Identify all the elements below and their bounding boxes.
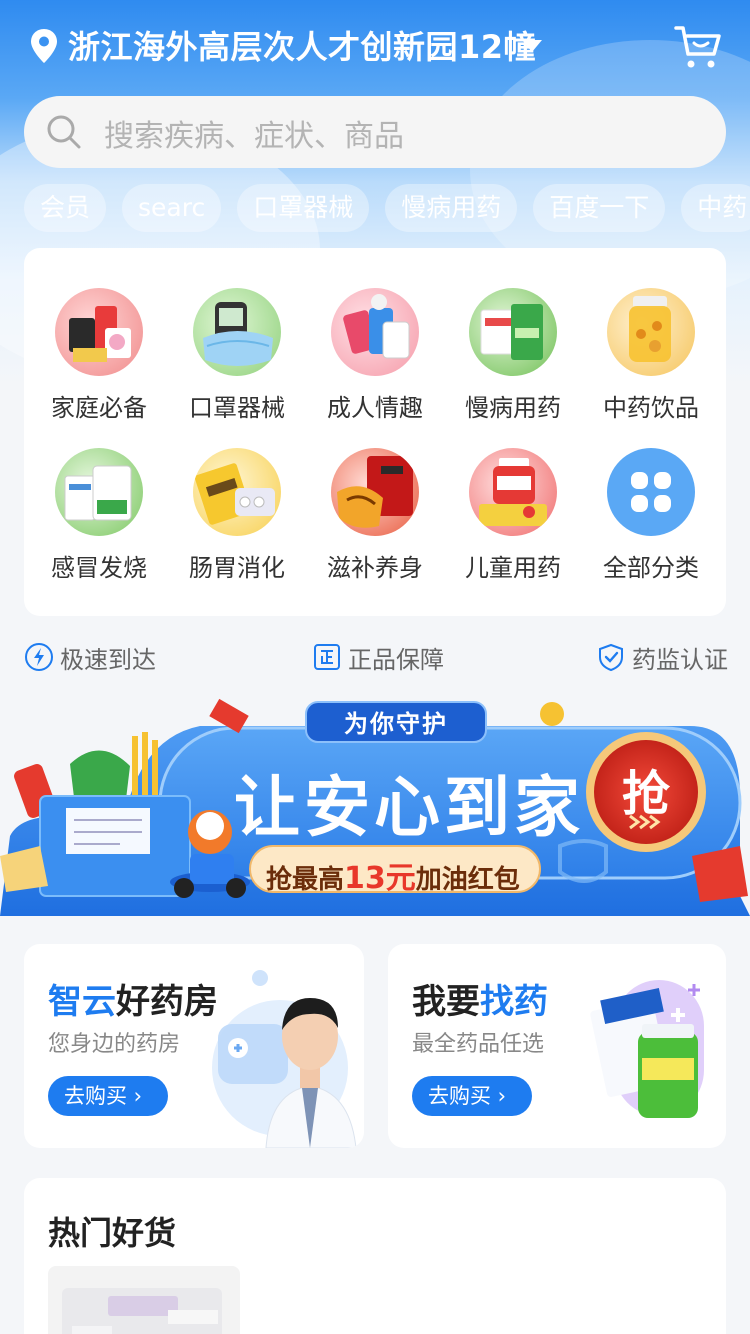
promo-subtitle: 最全药品任选	[412, 1032, 545, 1057]
category-cold[interactable]: 感冒发烧	[30, 448, 168, 582]
banner-sub-prefix: 抢最高	[266, 865, 345, 895]
category-chronic[interactable]: 慢病用药	[444, 288, 582, 422]
chronic-medicine-icon	[469, 288, 557, 376]
category-digestion[interactable]: 肠胃消化	[168, 448, 306, 582]
hot-items-section: 热门好货	[24, 1178, 726, 1334]
cart-icon[interactable]	[674, 24, 722, 70]
category-adult[interactable]: 成人情趣	[306, 288, 444, 422]
promo-card-find-medicine[interactable]: 我要找药 最全药品任选 去购买 ›	[388, 944, 726, 1148]
pharmacist-illustration	[212, 970, 357, 1148]
digestion-icon	[193, 448, 281, 536]
adult-icon	[331, 288, 419, 376]
category-all[interactable]: 全部分类	[582, 448, 720, 582]
banner-tag: 为你守护	[344, 710, 448, 738]
quick-tag[interactable]: 口罩器械	[237, 184, 370, 232]
category-mask[interactable]: 口罩器械	[168, 288, 306, 422]
category-label: 慢病用药	[465, 394, 561, 422]
herbal-icon	[607, 288, 695, 376]
category-label: 口罩器械	[189, 394, 285, 422]
top-header: 浙江海外高层次人才创新园12幢	[0, 0, 750, 92]
medicine-box-illustration	[590, 980, 704, 1118]
category-label: 感冒发烧	[51, 554, 147, 582]
children-medicine-icon	[469, 448, 557, 536]
promo-subtitle: 您身边的药房	[48, 1032, 181, 1057]
location-pin-icon	[31, 29, 57, 63]
banner-sub-suffix: 加油红包	[415, 865, 520, 895]
category-herbal[interactable]: 中药饮品	[582, 288, 720, 422]
category-label: 家庭必备	[51, 394, 147, 422]
promo-title-highlight: 智云	[48, 982, 116, 1022]
shield-check-icon	[599, 643, 623, 672]
category-label: 中药饮品	[603, 394, 699, 422]
guarantee-label: 极速到达	[60, 646, 156, 674]
category-label: 成人情趣	[327, 394, 423, 422]
category-card: 家庭必备 口罩器械 成人情趣 慢病用药 中药饮品 感冒发烧 肠胃消化 滋补养身 …	[24, 248, 726, 616]
quick-tag[interactable]: 会员	[24, 184, 107, 232]
promo-card-pharmacy[interactable]: 智云好药房 您身边的药房 去购买 ›	[24, 944, 364, 1148]
promo-title-highlight: 找药	[480, 982, 548, 1022]
quick-tag[interactable]: 慢病用药	[385, 184, 518, 232]
category-children[interactable]: 儿童用药	[444, 448, 582, 582]
search-bar[interactable]: 搜索疾病、症状、商品	[24, 96, 726, 168]
guarantee-label: 药监认证	[632, 646, 728, 674]
promo-title-rest: 好药房	[116, 982, 218, 1022]
hot-section-title: 热门好货	[48, 1214, 177, 1252]
family-kit-icon	[55, 288, 143, 376]
category-label: 滋补养身	[327, 554, 423, 582]
buy-button[interactable]: 去购买 ›	[48, 1076, 168, 1116]
quick-tags: 会员 searc 口罩器械 慢病用药 百度一下 中药	[24, 184, 750, 232]
buy-button[interactable]: 去购买 ›	[412, 1076, 532, 1116]
tonic-icon	[331, 448, 419, 536]
mask-icon	[193, 288, 281, 376]
promo-title-plain: 我要	[412, 982, 480, 1022]
quick-tag[interactable]: 中药	[681, 184, 750, 232]
all-categories-icon	[607, 448, 695, 536]
search-icon	[47, 115, 81, 149]
category-label: 肠胃消化	[189, 554, 285, 582]
banner-subline: 抢最高13元加油红包	[266, 853, 520, 897]
banner-sub-amount: 13元	[344, 861, 416, 896]
lightning-icon	[25, 643, 53, 671]
category-label: 儿童用药	[465, 554, 561, 582]
search-input[interactable]: 搜索疾病、症状、商品	[104, 111, 404, 155]
banner-headline: 让安心到家	[234, 769, 584, 846]
location-dropdown-icon[interactable]	[522, 40, 542, 52]
category-tonic[interactable]: 滋补养身	[306, 448, 444, 582]
quick-tag[interactable]: 百度一下	[533, 184, 666, 232]
authentic-icon	[314, 644, 340, 670]
category-label: 全部分类	[603, 554, 699, 582]
promo-title: 我要找药	[412, 974, 548, 1023]
category-family-kit[interactable]: 家庭必备	[30, 288, 168, 422]
location-text[interactable]: 浙江海外高层次人才创新园12幢	[68, 22, 536, 68]
promo-banner[interactable]: 为你守护 让安心到家 抢最高13元加油红包 抢	[0, 696, 750, 916]
product-thumbnail[interactable]	[48, 1266, 240, 1334]
quick-tag[interactable]: searc	[122, 184, 222, 232]
cold-medicine-icon	[55, 448, 143, 536]
banner-grab-button[interactable]: 抢	[616, 754, 676, 824]
promo-title: 智云好药房	[48, 974, 218, 1023]
guarantee-label: 正品保障	[348, 646, 444, 674]
